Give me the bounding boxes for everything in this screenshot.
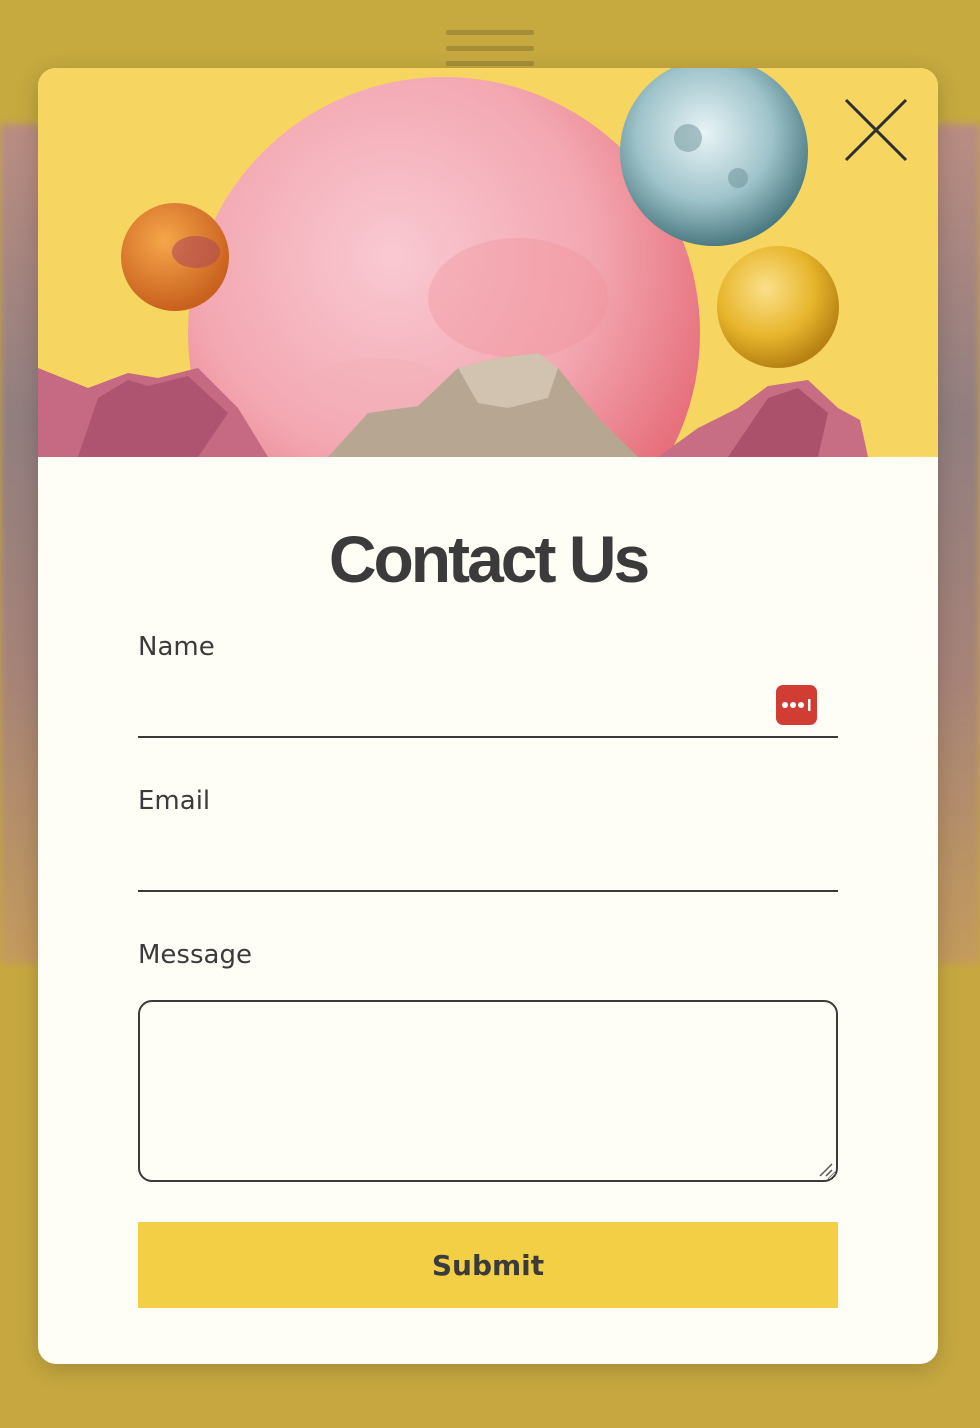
- email-label: Email: [138, 786, 211, 816]
- page-title: Contact Us: [328, 522, 650, 596]
- space-collage-illustration: [38, 68, 938, 457]
- hamburger-menu-icon: [446, 30, 534, 66]
- close-icon: [844, 98, 908, 162]
- hero-illustration: [38, 68, 938, 457]
- message-field[interactable]: [138, 1000, 838, 1182]
- resize-grip-icon[interactable]: [817, 1161, 833, 1177]
- submit-button[interactable]: Submit: [138, 1222, 838, 1308]
- name-field[interactable]: [138, 694, 838, 738]
- password-manager-icon[interactable]: [776, 685, 817, 725]
- close-button[interactable]: [842, 96, 910, 164]
- message-label: Message: [138, 940, 252, 970]
- email-field[interactable]: [138, 848, 838, 892]
- name-label: Name: [138, 632, 215, 662]
- contact-modal: Contact Us Name Email Message Submit: [38, 68, 938, 1364]
- password-dots-icon: [781, 699, 810, 711]
